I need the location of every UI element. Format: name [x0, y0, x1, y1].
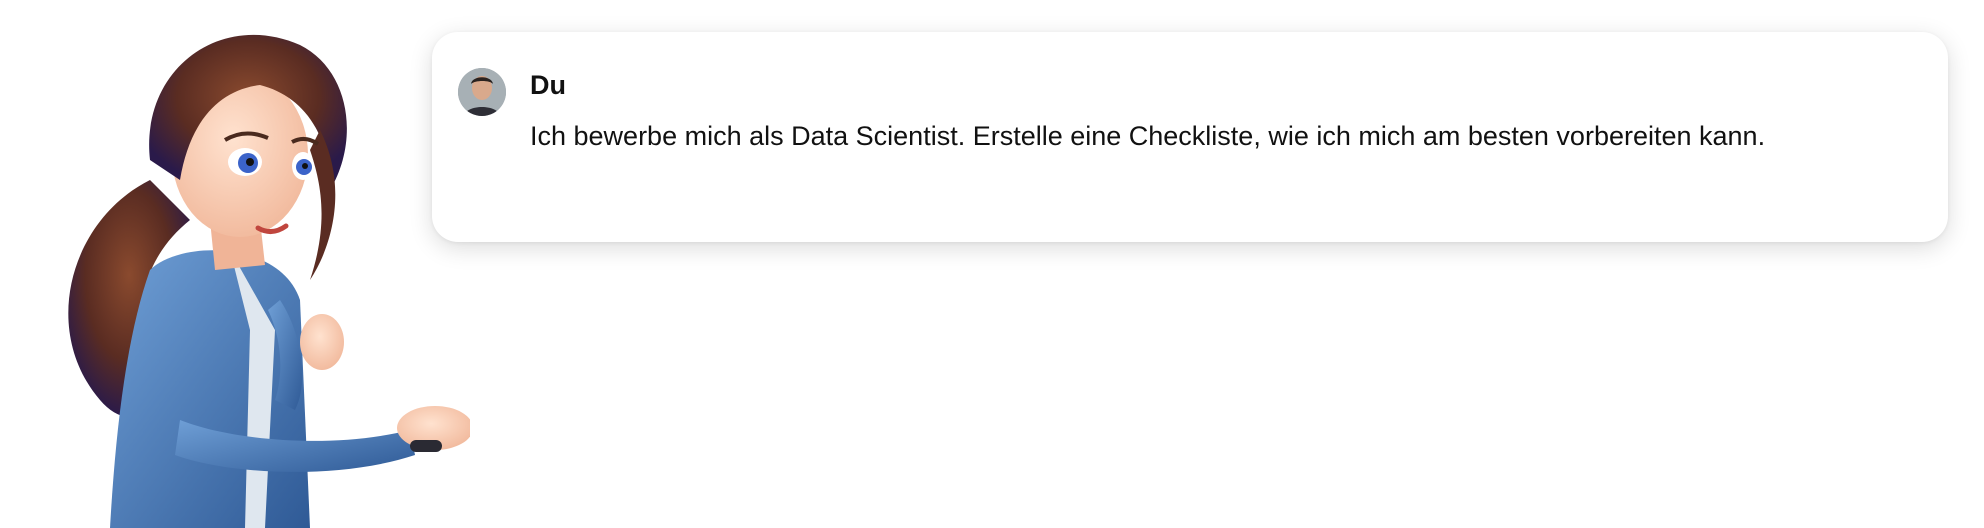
cartoon-woman-illustration [68, 34, 470, 528]
user-avatar-icon [458, 68, 506, 116]
sender-name: Du [530, 70, 566, 100]
chat-message-card: Du Ich bewerbe mich als Data Scientist. … [432, 32, 1948, 242]
message-text: Ich bewerbe mich als Data Scientist. Ers… [530, 121, 1766, 151]
user-avatar [458, 68, 506, 116]
